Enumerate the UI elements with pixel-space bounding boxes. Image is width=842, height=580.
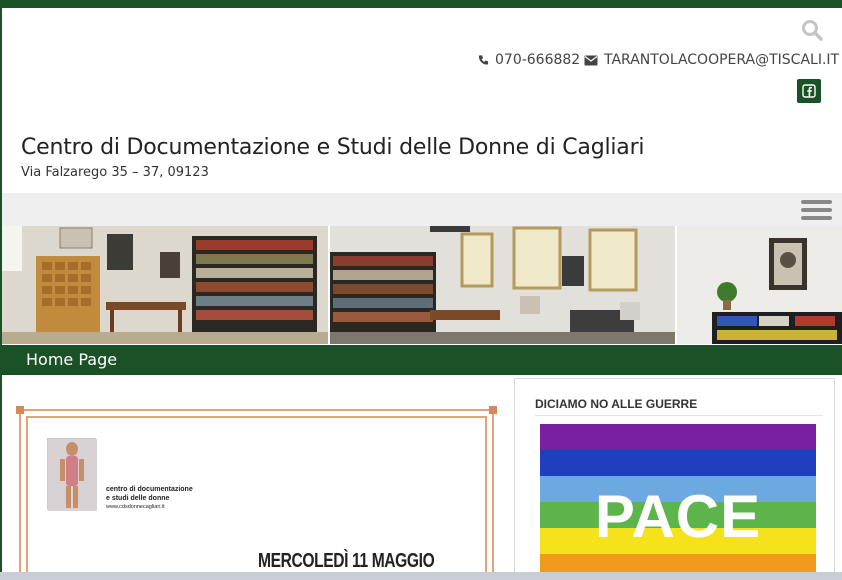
nav-home-link[interactable]: Home Page <box>26 350 117 369</box>
flag-stripe <box>540 424 816 450</box>
phone-icon <box>478 54 489 66</box>
search-icon[interactable] <box>800 18 824 42</box>
poster-org-line1: centro di documentazione <box>106 486 193 493</box>
window-bottom-edge <box>0 572 842 580</box>
facebook-icon[interactable] <box>797 79 821 103</box>
site-title[interactable]: Centro di Documentazione e Studi delle D… <box>21 135 645 160</box>
library-photo-2 <box>330 226 675 344</box>
site-address: Via Falzarego 35 – 37, 09123 <box>21 165 209 180</box>
library-photo-3 <box>677 226 842 344</box>
event-poster[interactable]: centro di documentazione e studi delle d… <box>16 406 497 580</box>
doll-logo-image <box>47 438 97 511</box>
header-email[interactable]: TARANTOLACOOPERA@TISCALI.IT <box>584 50 839 70</box>
flag-stripe <box>540 450 816 476</box>
peace-flag-image[interactable]: PACE <box>540 424 816 580</box>
poster-organization: centro di documentazione e studi delle d… <box>106 485 193 512</box>
widget-divider <box>535 415 823 416</box>
poster-corner <box>489 406 497 414</box>
email-address: TARANTOLACOOPERA@TISCALI.IT <box>604 52 840 68</box>
widget-title: DICIAMO NO ALLE GUERRE <box>535 397 698 411</box>
flag-word: PACE <box>594 483 762 550</box>
phone-number: 070-666882 <box>495 52 581 68</box>
header-banner <box>2 226 842 344</box>
library-photo-1 <box>2 226 328 344</box>
poster-corner <box>16 406 24 414</box>
top-accent-bar <box>0 0 842 8</box>
nav-bar: Home Page <box>2 345 842 375</box>
hamburger-icon[interactable] <box>801 200 832 220</box>
sidebar-widget: DICIAMO NO ALLE GUERRE PACE <box>514 378 835 580</box>
poster-org-website: www.cdsdonnecagliari.it <box>106 504 165 510</box>
menu-bar <box>2 193 842 226</box>
poster-org-line2: e studi delle donne <box>106 495 170 502</box>
envelope-icon <box>584 55 598 66</box>
header-phone[interactable]: 070-666882 <box>478 50 580 70</box>
